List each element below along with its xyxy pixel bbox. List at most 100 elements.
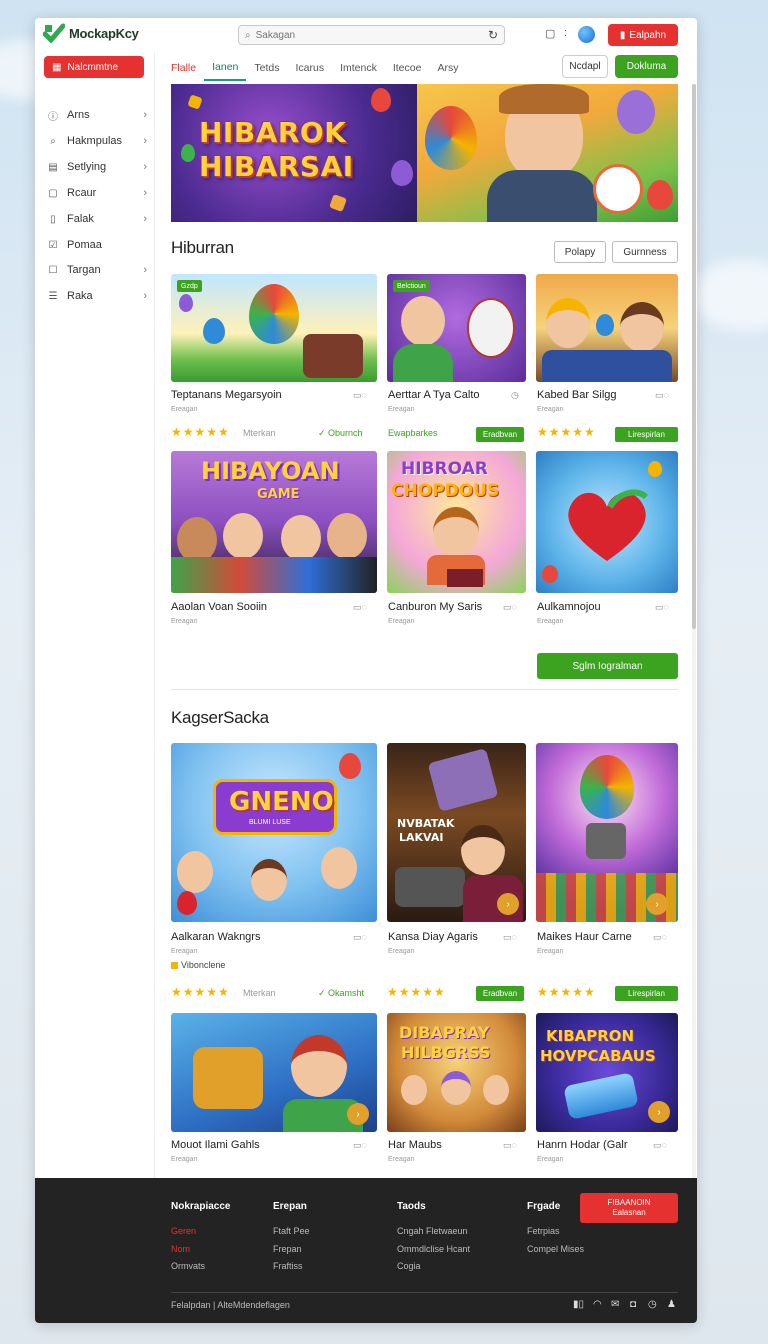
- game-card-image[interactable]: [536, 451, 678, 593]
- section-title-kagsersacka: KagserSacka: [171, 708, 269, 727]
- tab-itecoe[interactable]: Itecoe: [385, 55, 430, 81]
- card-subtitle: Ereagan: [171, 948, 198, 955]
- card-art-title: NVBATAK: [397, 817, 455, 830]
- dokluma-button[interactable]: Dokluma: [615, 55, 678, 78]
- card-title[interactable]: Kabed Bar Silgg: [537, 389, 617, 401]
- card-title[interactable]: Maikes Haur Carne: [537, 931, 632, 943]
- hero-banner[interactable]: HIBAROK HIBARSAI: [171, 84, 678, 222]
- account-button[interactable]: ▮ Ealpahn: [608, 24, 678, 46]
- tab-icarus[interactable]: Icarus: [287, 55, 332, 81]
- play-button[interactable]: ›: [646, 893, 668, 915]
- footer-link[interactable]: Nom: [171, 1244, 190, 1254]
- robot-character: [303, 334, 363, 378]
- user-icon[interactable]: ♟: [667, 1299, 676, 1310]
- play-button[interactable]: ›: [497, 893, 519, 915]
- sidebar-item-raka[interactable]: ☰ Raka ›: [47, 286, 147, 306]
- search-input[interactable]: [255, 29, 483, 41]
- characters-shirts: [171, 557, 377, 593]
- card-note-text: Vibonclene: [181, 960, 226, 970]
- controller-icon[interactable]: ▭◌: [353, 602, 367, 613]
- game-card-image[interactable]: ›: [171, 1013, 377, 1132]
- card-title[interactable]: Aulkamnojou: [537, 601, 601, 613]
- clock-icon[interactable]: ◷: [511, 390, 519, 401]
- controller-icon[interactable]: ▭◌: [353, 1140, 367, 1151]
- game-card-image[interactable]: GNENO BLUMI LUSE: [171, 743, 377, 922]
- check-icon: ☑: [48, 239, 58, 251]
- controller-icon[interactable]: ▭◌: [653, 1140, 667, 1151]
- game-card-image[interactable]: HIBROAR CHOPDOUS: [387, 451, 526, 593]
- controller-icon[interactable]: ▭◌: [655, 390, 669, 401]
- card-title[interactable]: Hanrn Hodar (Galr: [537, 1139, 627, 1151]
- footer-link[interactable]: Frepan: [273, 1244, 302, 1254]
- game-card-image[interactable]: ›: [536, 743, 678, 922]
- wifi-icon[interactable]: ◠: [593, 1299, 602, 1310]
- controller-icon[interactable]: ▭◌: [353, 932, 367, 943]
- play-button[interactable]: ›: [648, 1101, 670, 1123]
- tab-flalle[interactable]: Flalle: [163, 55, 204, 81]
- copyright-text: Felalpdan | AlteMdendeflagen: [171, 1300, 290, 1310]
- game-card-image[interactable]: [536, 274, 678, 382]
- controller-icon[interactable]: ▭◌: [655, 602, 669, 613]
- card-title[interactable]: Kansa Diay Agaris: [388, 931, 478, 943]
- more-icon[interactable]: :: [564, 27, 567, 39]
- card-title[interactable]: Har Maubs: [388, 1139, 442, 1151]
- controller-icon[interactable]: ▭◌: [503, 932, 517, 943]
- sidebar-item-falak[interactable]: ▯ Falak ›: [47, 209, 147, 229]
- controller-icon[interactable]: ▭◌: [503, 602, 517, 613]
- game-card-image[interactable]: Belctioun: [387, 274, 526, 382]
- controller-icon[interactable]: ▭◌: [653, 932, 667, 943]
- reload-icon[interactable]: ↻: [488, 28, 498, 42]
- check-icon: ✓: [318, 428, 329, 438]
- clock-icon[interactable]: ◷: [648, 1299, 657, 1310]
- sidebar-item-setlying[interactable]: ▤ Setlying ›: [47, 157, 147, 177]
- scrollbar-thumb[interactable]: [692, 84, 696, 629]
- logo[interactable]: MockapKcy: [43, 22, 139, 44]
- card-title[interactable]: Aerttar A Tya Calto: [388, 389, 480, 401]
- sidebar-item-targan[interactable]: ☐ Targan ›: [47, 260, 147, 280]
- sidebar-item-hakmpulas[interactable]: ⌕ Hakmpulas ›: [47, 131, 147, 151]
- tab-tetds[interactable]: Tetds: [246, 55, 287, 81]
- footer-link[interactable]: Ommdlclise Hcant: [397, 1244, 470, 1254]
- page-icon[interactable]: ▢: [545, 27, 555, 40]
- globe-icon[interactable]: [578, 26, 595, 43]
- card-title[interactable]: Canburon My Saris: [388, 601, 482, 613]
- footer-link[interactable]: Ftaft Pee: [273, 1226, 310, 1236]
- card-title[interactable]: Mouot Ilami Gahls: [171, 1139, 260, 1151]
- footer-link[interactable]: Compel Mises: [527, 1244, 584, 1254]
- polapy-button[interactable]: Polapy: [554, 241, 606, 263]
- controller-icon[interactable]: ▭◌: [353, 390, 367, 401]
- gurnness-button[interactable]: Gurnness: [612, 241, 678, 263]
- footer-link[interactable]: Ormvats: [171, 1261, 205, 1271]
- footer-link[interactable]: Fetrpias: [527, 1226, 560, 1236]
- controller-icon[interactable]: ▭◌: [503, 1140, 517, 1151]
- search-box[interactable]: ⌕ ↻: [238, 25, 505, 45]
- sidebar-item-label: Pomaa: [67, 239, 102, 251]
- tab-imtenck[interactable]: Imtenck: [332, 55, 385, 81]
- footer-cta-button[interactable]: FIBAANOIN Ealasnan: [580, 1193, 678, 1223]
- cta-button[interactable]: Sglm Iogralman: [537, 653, 678, 679]
- logo-check-icon: [43, 23, 65, 44]
- footer-link[interactable]: Cngah Fletwaeun: [397, 1226, 468, 1236]
- card-title[interactable]: Teptanans Megarsyoin: [171, 389, 282, 401]
- play-button[interactable]: ›: [347, 1103, 369, 1125]
- sidebar-item-active[interactable]: ▦ Nalcmmtne: [44, 56, 144, 78]
- card-title[interactable]: Aalkaran Wakngrs: [171, 931, 260, 943]
- card-title[interactable]: Aaolan Voan Sooiin: [171, 601, 267, 613]
- game-card-image[interactable]: KIBAPRON HOVPCABAUS ›: [536, 1013, 678, 1132]
- sidebar-item-rcaur[interactable]: ▢ Rcaur ›: [47, 183, 147, 203]
- game-card-image[interactable]: DIBAPRAY HILBGRSS: [387, 1013, 526, 1132]
- game-card-image[interactable]: HIBAYOAN GAME: [171, 451, 377, 593]
- footer-link[interactable]: Fraftiss: [273, 1261, 303, 1271]
- tab-arsy[interactable]: Arsy: [429, 55, 466, 81]
- game-card-image[interactable]: Gzdp: [171, 274, 377, 382]
- tab-ianen[interactable]: Ianen: [204, 55, 247, 81]
- footer-link[interactable]: Geren: [171, 1226, 196, 1236]
- mail-icon[interactable]: ✉: [611, 1299, 619, 1310]
- ncdapl-button[interactable]: Ncdapl: [562, 55, 608, 78]
- footer-link[interactable]: Cogia: [397, 1261, 421, 1271]
- sidebar-item-arns[interactable]: ⓘ Arns ›: [47, 105, 147, 125]
- camera-icon[interactable]: ◘: [630, 1299, 636, 1310]
- chart-icon[interactable]: ▮▯: [573, 1299, 584, 1310]
- game-card-image[interactable]: NVBATAK LAKVAI ›: [387, 743, 526, 922]
- sidebar-item-pomaa[interactable]: ☑ Pomaa: [47, 235, 147, 255]
